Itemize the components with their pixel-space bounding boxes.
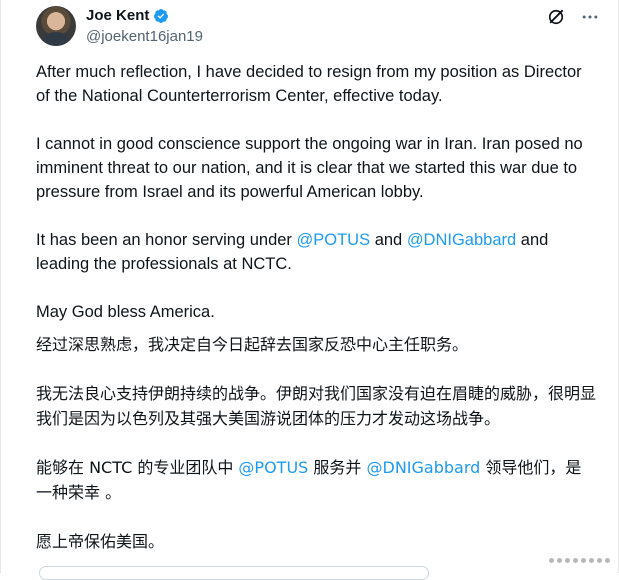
- grok-icon[interactable]: [546, 7, 566, 27]
- post-paragraph-zh-1: 经过深思熟虑，我决定自今日起辞去国家反恐中心主任职务。: [36, 335, 469, 354]
- author-name[interactable]: Joe Kent: [86, 7, 149, 24]
- reply-bar[interactable]: [39, 566, 429, 580]
- post-paragraph-en-3: It has been an honor serving under @POTU…: [36, 228, 596, 276]
- author-handle[interactable]: @joekent16jan19: [86, 28, 203, 45]
- text-segment: It has been an honor serving under: [36, 231, 297, 249]
- mention-potus[interactable]: @POTUS: [297, 231, 371, 249]
- author-name-row[interactable]: Joe Kent: [86, 7, 169, 24]
- post-paragraph-zh-2: 我无法良心支持伊朗持续的战争。伊朗对我们国家没有迫在眉睫的威胁，很明显我们是因为…: [36, 384, 597, 428]
- text-segment: 服务并: [308, 458, 367, 477]
- post-paragraph-zh-3: 能够在 NCTC 的专业团队中 @POTUS 服务并 @DNIGabbard 领…: [36, 455, 596, 505]
- text-segment: and: [370, 231, 407, 249]
- watermark-dots: [549, 558, 610, 563]
- mention-dnigabbard[interactable]: @DNIGabbard: [367, 458, 481, 477]
- post-body: After much reflection, I have decided to…: [36, 60, 596, 578]
- text-segment: 能够在 NCTC 的专业团队中: [36, 458, 239, 477]
- verified-badge-icon: [154, 8, 169, 23]
- more-icon[interactable]: [580, 7, 600, 27]
- post-paragraph-en-2: I cannot in good conscience support the …: [36, 135, 583, 201]
- mention-dnigabbard[interactable]: @DNIGabbard: [407, 231, 516, 249]
- post-card: Joe Kent @joekent16jan19 After much refl…: [0, 0, 619, 580]
- post-paragraph-en-1: After much reflection, I have decided to…: [36, 63, 582, 105]
- post-actions-top: [546, 7, 600, 27]
- post-paragraph-zh-4: 愿上帝保佑美国。: [36, 532, 165, 551]
- avatar[interactable]: [36, 6, 76, 46]
- post-paragraph-en-4: May God bless America.: [36, 303, 215, 321]
- mention-potus[interactable]: @POTUS: [238, 458, 308, 477]
